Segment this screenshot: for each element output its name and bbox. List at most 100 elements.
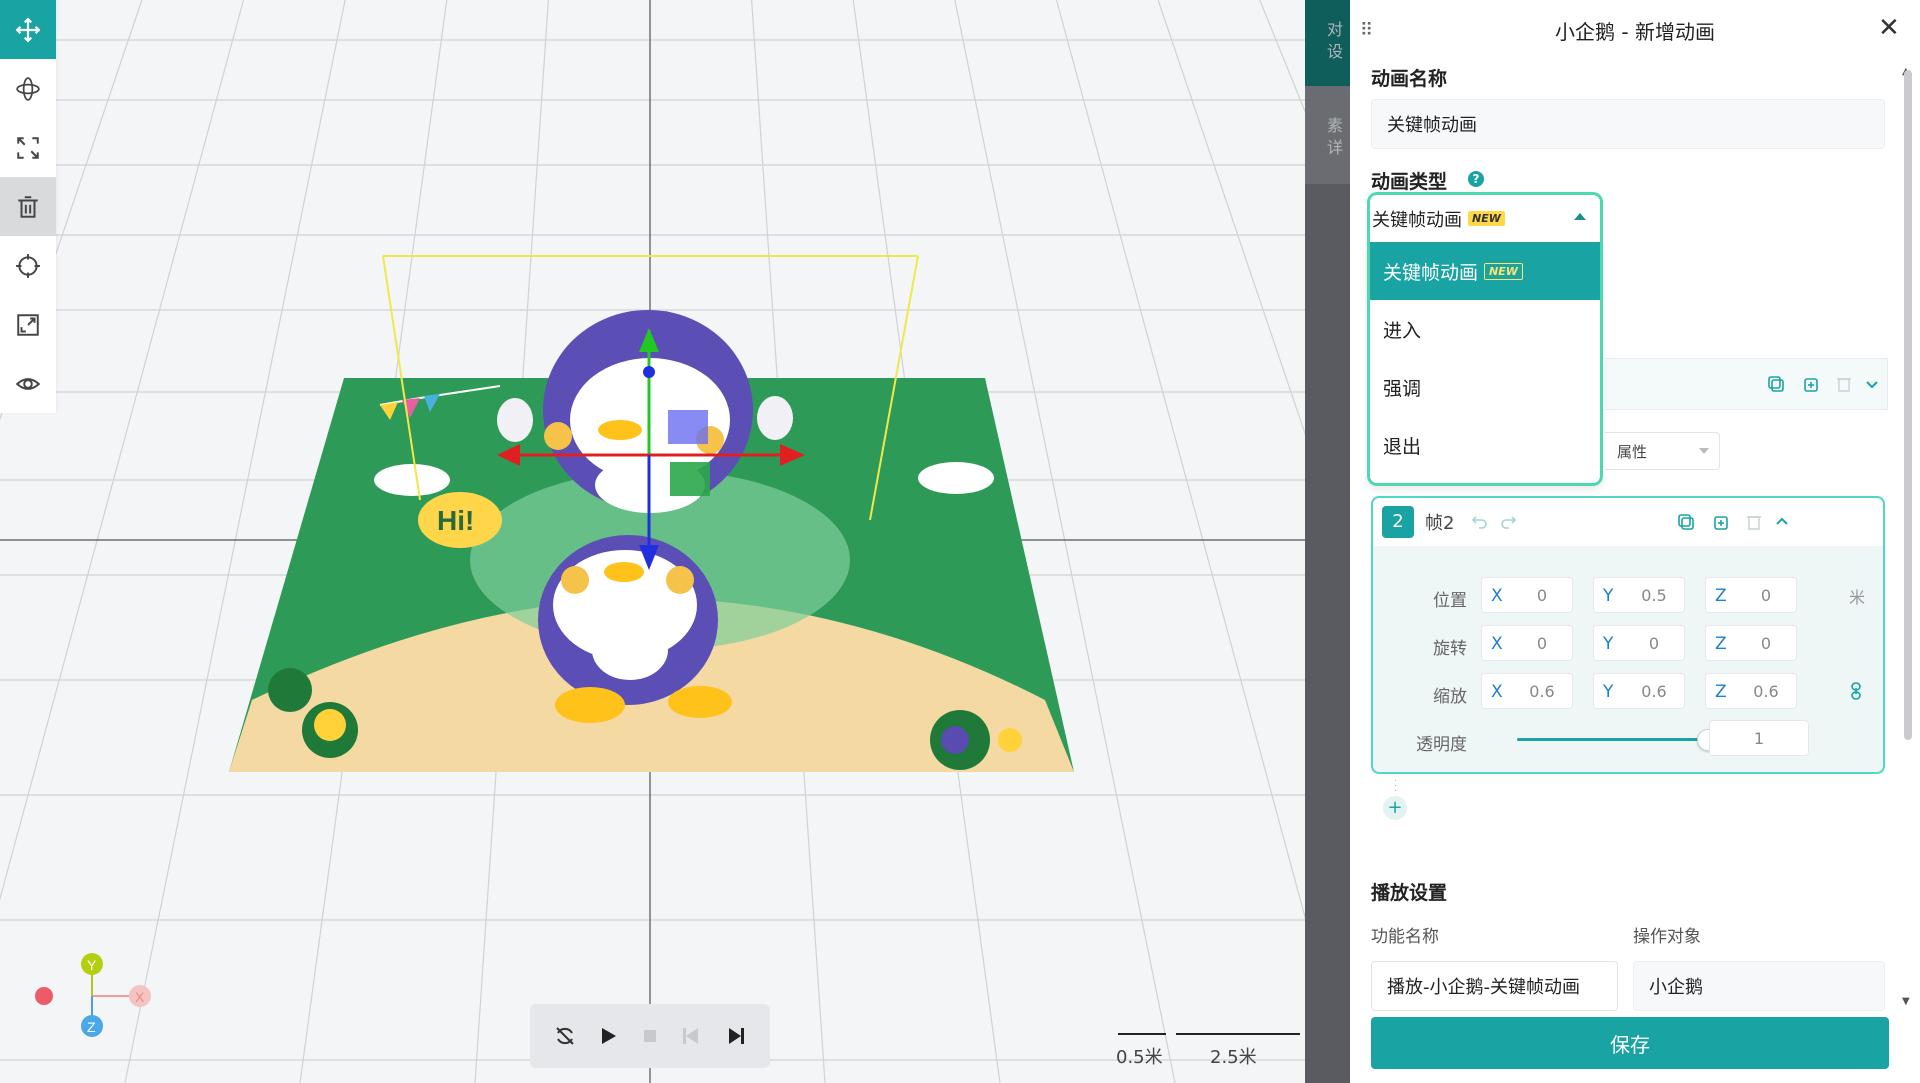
rotation-y-input[interactable]: Y0 — [1593, 625, 1685, 661]
rotate-icon — [16, 76, 40, 101]
scale-small-label: 0.5米 — [1116, 1047, 1163, 1068]
play-button[interactable] — [593, 1021, 623, 1051]
rotation-x-input[interactable]: X0 — [1481, 625, 1573, 661]
animation-name-input[interactable]: 关键帧动画 — [1371, 99, 1885, 149]
new-badge: NEW — [1484, 262, 1523, 280]
trash-icon[interactable] — [1833, 373, 1855, 395]
opacity-label: 透明度 — [1416, 735, 1467, 755]
scene-viewport[interactable]: Hi! Y X Z 0.5米 2.5米 — [0, 0, 1305, 1083]
background-text: 详 — [1327, 138, 1344, 157]
svg-text:Z: Z — [87, 1019, 96, 1035]
play-icon — [601, 1028, 616, 1044]
next-frame-button[interactable] — [720, 1021, 750, 1051]
background-panel-edge: 对 设 素 详 — [1305, 0, 1350, 1083]
position-x-input[interactable]: X0 — [1481, 577, 1573, 613]
loop-off-icon — [556, 1027, 574, 1045]
panel-title: 小企鹅 - 新增动画 — [1555, 20, 1715, 44]
position-y-input[interactable]: Y 0.5 — [1593, 577, 1685, 613]
undo-icon[interactable] — [1469, 511, 1491, 533]
chevron-up-icon[interactable] — [1771, 511, 1793, 533]
add-keyframe-button[interactable]: + — [1383, 796, 1407, 820]
frame-name: 帧2 — [1425, 513, 1455, 534]
attribute-select[interactable]: 属性 — [1605, 432, 1720, 470]
stop-icon — [643, 1030, 656, 1042]
menu-item-enter[interactable]: 进入 — [1370, 300, 1600, 358]
function-name-input[interactable]: 播放-小企鹅-关键帧动画 — [1371, 961, 1618, 1011]
new-badge: NEW — [1468, 211, 1505, 226]
rotate-tool[interactable] — [0, 59, 56, 118]
function-name-label: 功能名称 — [1371, 927, 1439, 947]
add-animation-panel: ⠿ 小企鹅 - 新增动画 ✕ ▲ ▼ 动画名称 关键帧动画 动画类型 ? 属性 … — [1350, 0, 1920, 1083]
origin-dot — [35, 987, 53, 1005]
playback-bar — [530, 1004, 770, 1068]
position-label: 位置 — [1433, 591, 1467, 611]
position-unit: 米 — [1849, 588, 1866, 607]
delete-tool[interactable] — [0, 177, 56, 236]
playback-settings-heading: 播放设置 — [1371, 882, 1448, 904]
scale-large-label: 2.5米 — [1210, 1047, 1257, 1068]
move-icon — [15, 17, 41, 42]
panel-scrollbar[interactable] — [1904, 70, 1912, 740]
fit-tool[interactable] — [0, 295, 56, 354]
frame-1-header — [1605, 358, 1888, 410]
attribute-select-label: 属性 — [1617, 442, 1648, 461]
close-icon[interactable]: ✕ — [1878, 14, 1900, 42]
focus-tool[interactable] — [0, 236, 56, 295]
background-text: 素 — [1327, 116, 1344, 135]
scale-tool[interactable] — [0, 118, 56, 177]
tool-sidebar — [0, 0, 56, 413]
previous-frame-button[interactable] — [677, 1021, 707, 1051]
background-text: 对 — [1327, 20, 1344, 39]
type-select-value: 关键帧动画 — [1372, 209, 1462, 231]
opacity-slider[interactable] — [1517, 738, 1707, 741]
keyframe-header: 2 帧2 — [1373, 498, 1883, 546]
scale-x-input[interactable]: X 0.6 — [1481, 673, 1573, 709]
menu-item-keyframe[interactable]: 关键帧动画 NEW — [1370, 242, 1600, 300]
opacity-input[interactable]: 1 — [1709, 720, 1809, 756]
animation-type-label: 动画类型 — [1371, 171, 1448, 193]
scale-ruler: 0.5米 2.5米 — [1110, 1030, 1300, 1070]
trash-icon[interactable] — [1743, 511, 1765, 533]
axis-orientation-gizmo[interactable]: Y X Z — [28, 944, 158, 1044]
duplicate-icon[interactable] — [1709, 511, 1731, 533]
svg-text:X: X — [135, 989, 145, 1005]
position-z-input[interactable]: Z0 — [1705, 577, 1797, 613]
fit-icon — [17, 313, 39, 336]
loop-off-button[interactable] — [550, 1021, 580, 1051]
visibility-tool[interactable] — [0, 354, 56, 413]
animation-type-select[interactable]: 关键帧动画 NEW — [1367, 192, 1603, 242]
animation-type-menu: 关键帧动画 NEW 进入 强调 退出 — [1367, 242, 1603, 486]
move-tool[interactable] — [0, 0, 56, 59]
menu-item-label: 关键帧动画 — [1383, 261, 1479, 284]
svg-text:Hi!: Hi! — [437, 505, 474, 536]
delete-icon — [18, 195, 38, 218]
view-icon — [15, 377, 41, 390]
target-object-field: 小企鹅 — [1633, 961, 1885, 1011]
step-back-icon — [683, 1028, 699, 1044]
background-text: 设 — [1327, 42, 1344, 61]
redo-icon[interactable] — [1497, 511, 1519, 533]
scale-y-input[interactable]: Y 0.6 — [1593, 673, 1685, 709]
lock-ratio-icon[interactable] — [1845, 680, 1867, 702]
duplicate-icon[interactable] — [1799, 373, 1821, 395]
scene-grid: Hi! — [0, 0, 1305, 1083]
menu-item-emphasis[interactable]: 强调 — [1370, 358, 1600, 416]
help-icon[interactable]: ? — [1468, 171, 1484, 187]
scale-label: 缩放 — [1433, 687, 1467, 707]
save-button[interactable]: 保存 — [1371, 1017, 1889, 1069]
menu-item-exit[interactable]: 退出 — [1370, 416, 1600, 474]
rotation-z-input[interactable]: Z0 — [1705, 625, 1797, 661]
timeline-dots: · · · — [1394, 776, 1398, 797]
chevron-up-icon — [1574, 213, 1586, 220]
step-forward-icon — [728, 1028, 744, 1044]
chevron-down-icon[interactable] — [1861, 373, 1883, 395]
scale-z-input[interactable]: Z 0.6 — [1705, 673, 1797, 709]
stop-button[interactable] — [635, 1021, 665, 1051]
copy-icon[interactable] — [1765, 373, 1787, 395]
frame-number-badge: 2 — [1382, 506, 1414, 538]
rotation-label: 旋转 — [1433, 639, 1467, 659]
copy-icon[interactable] — [1675, 511, 1697, 533]
scale-icon — [17, 136, 39, 159]
scroll-down-arrow-icon[interactable]: ▼ — [1902, 996, 1910, 1007]
svg-text:Y: Y — [87, 957, 97, 973]
